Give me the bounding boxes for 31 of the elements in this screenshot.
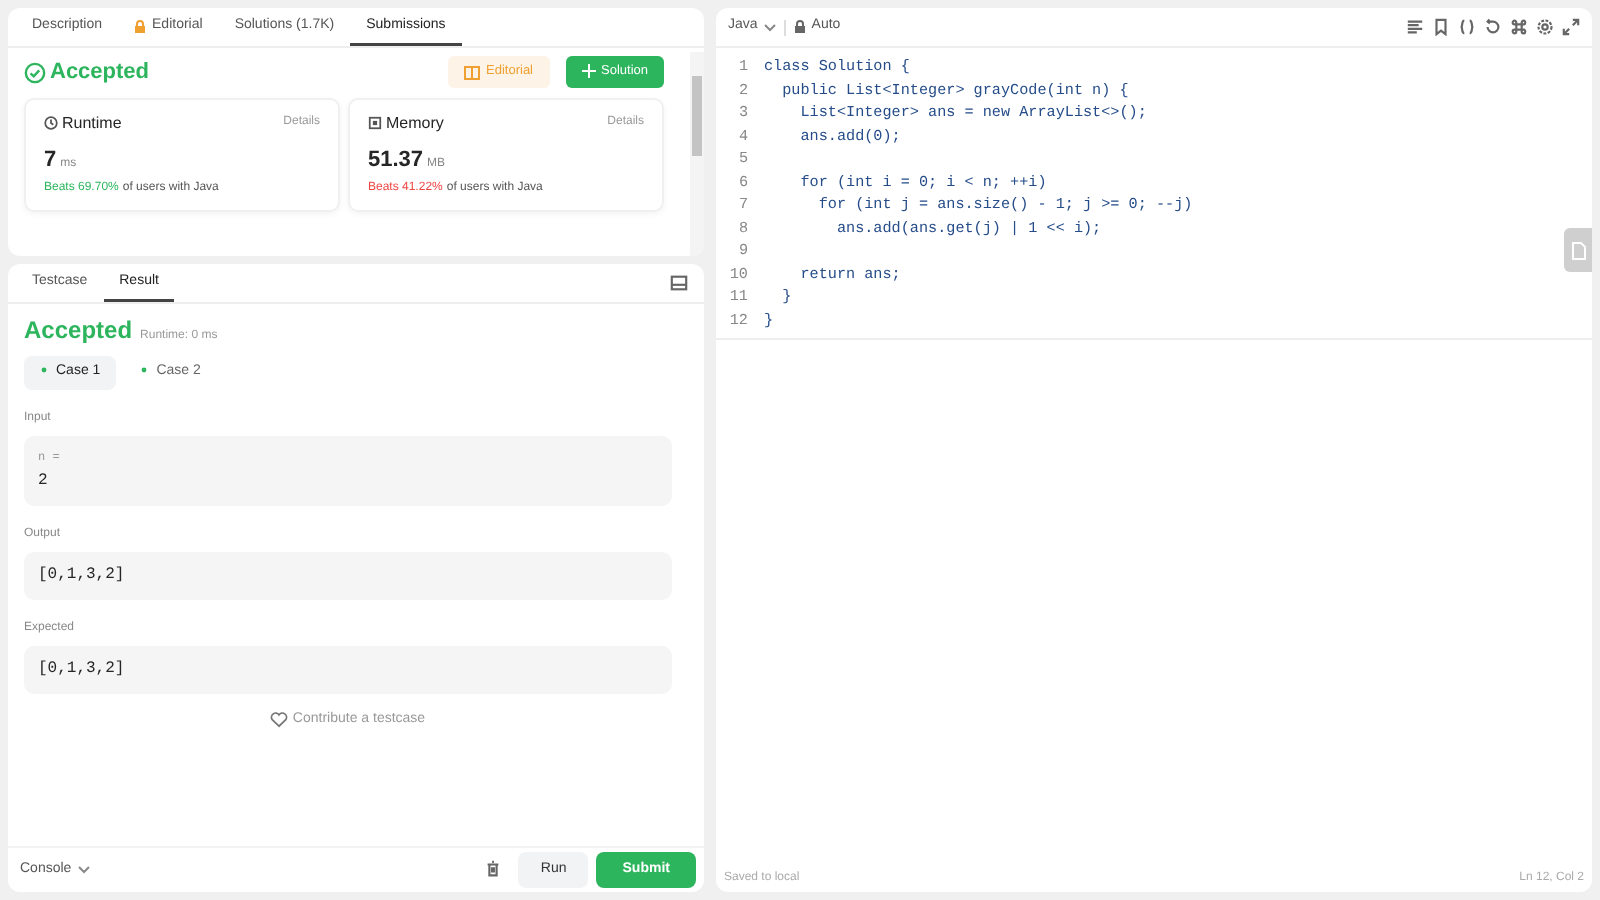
value-text: [0,1,3,2]	[38, 657, 127, 681]
settings-icon[interactable]	[1536, 18, 1554, 36]
plus-icon	[581, 64, 595, 79]
expand-icon[interactable]	[1562, 18, 1580, 36]
metric-label: Runtime	[62, 111, 122, 135]
status-text: Accepted	[50, 58, 150, 88]
clock-icon	[44, 116, 58, 130]
command-icon[interactable]	[1510, 18, 1528, 36]
lock-icon	[793, 20, 806, 34]
value-text: [0,1,3,2]	[38, 563, 127, 587]
heart-icon	[270, 711, 289, 728]
chevron-down-icon	[763, 23, 776, 31]
book-icon	[464, 65, 481, 80]
scrollbar[interactable]	[690, 52, 704, 256]
panel-icon[interactable]	[670, 274, 688, 292]
format-icon[interactable]	[1406, 18, 1424, 36]
result-status: Accepted	[24, 314, 133, 348]
chip-icon	[368, 116, 382, 130]
document-icon	[1571, 241, 1585, 259]
metric-value: 7	[44, 145, 57, 175]
metric-label: Memory	[386, 111, 444, 135]
dot-icon	[140, 366, 149, 375]
braces-icon[interactable]	[1458, 18, 1476, 36]
metric-value: 51.37	[368, 145, 424, 175]
trash-icon[interactable]	[484, 860, 503, 879]
dot-icon	[40, 366, 48, 375]
value-text: 2	[38, 469, 50, 493]
check-circle-icon	[24, 61, 46, 84]
reset-icon[interactable]	[1484, 18, 1502, 36]
bookmark-icon[interactable]	[1432, 18, 1450, 36]
chevron-down-icon	[77, 865, 90, 874]
